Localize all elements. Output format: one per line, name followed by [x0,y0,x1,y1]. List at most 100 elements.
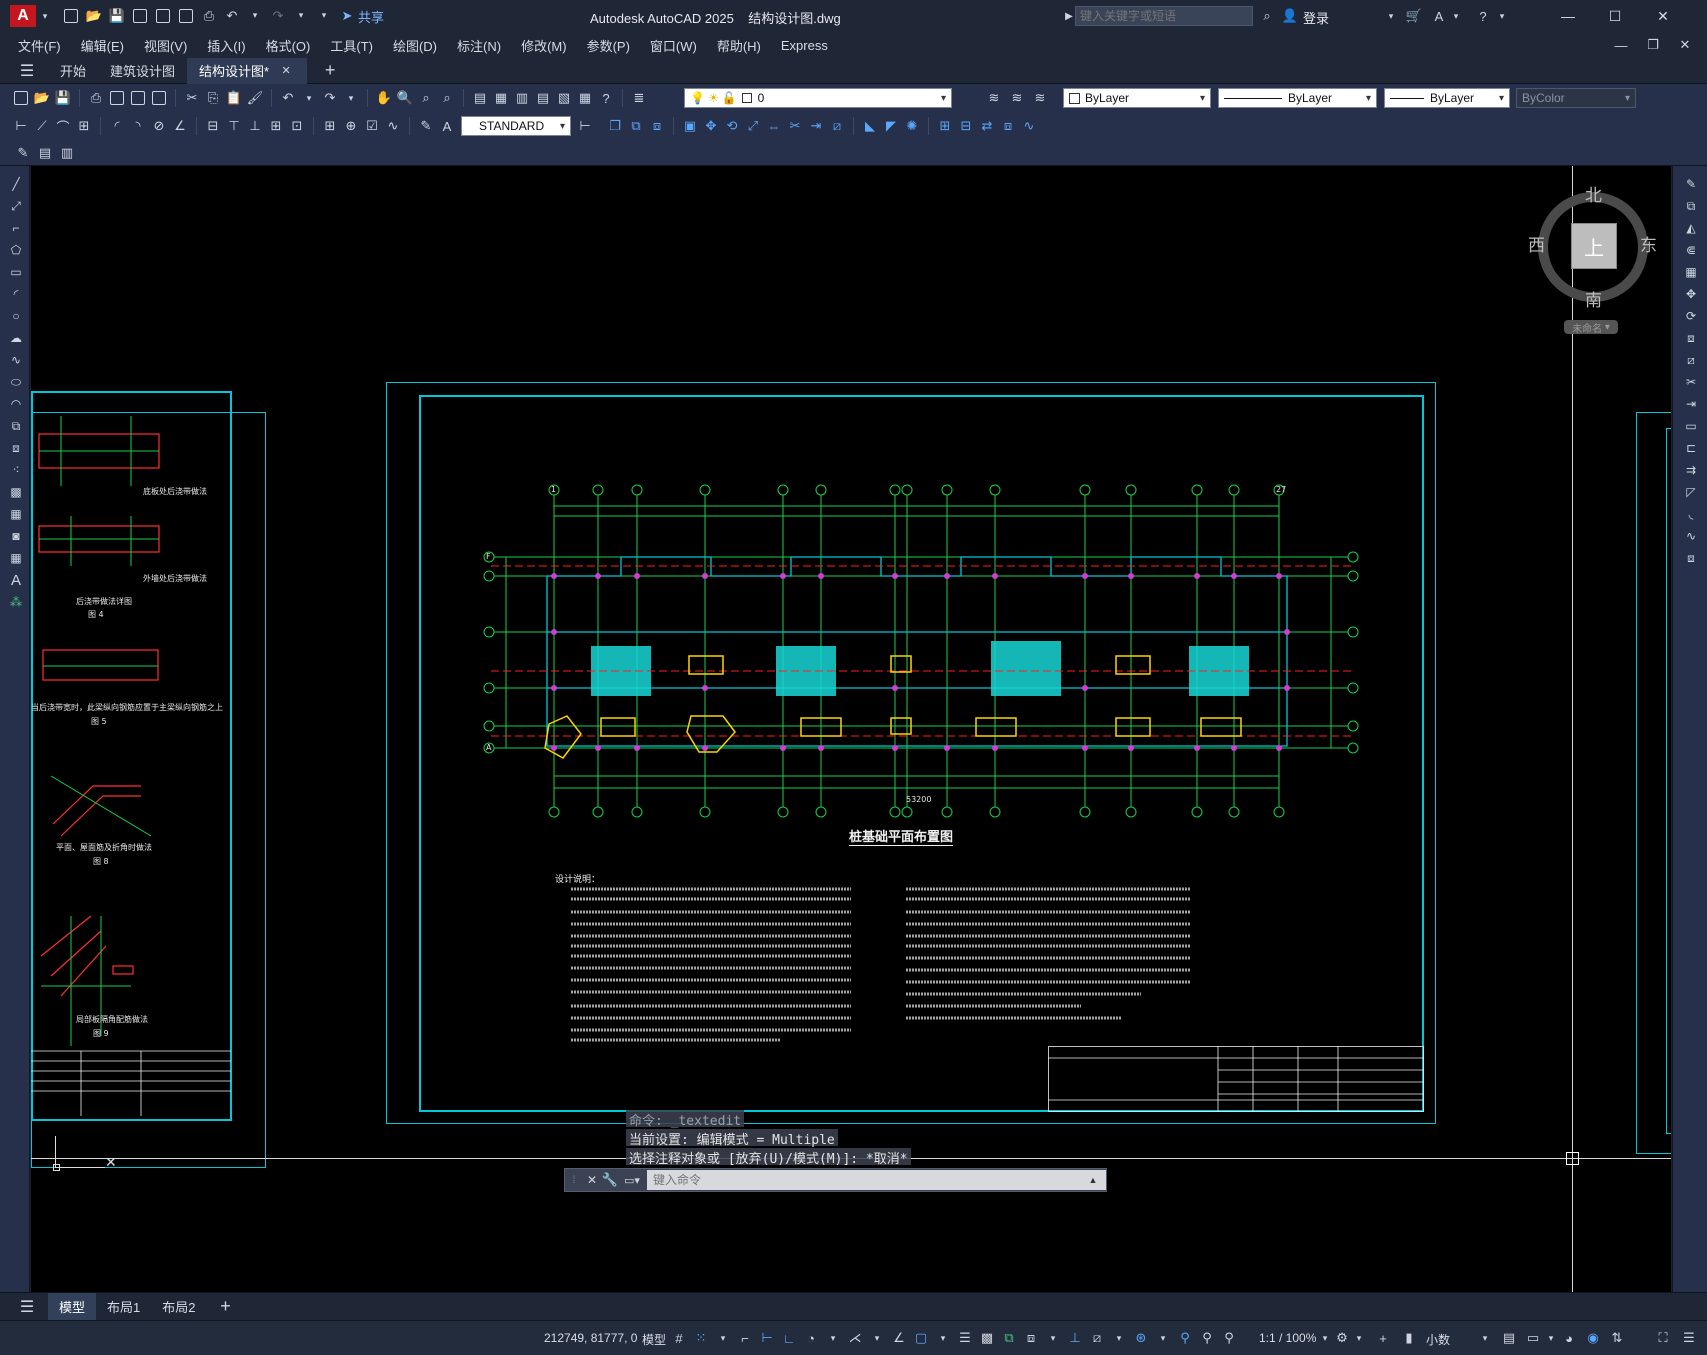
ellipse-tool-icon[interactable]: ⬭ [7,374,25,390]
menu-edit[interactable]: 编辑(E) [71,36,134,55]
units-dropdown-icon[interactable]: ▾ [1476,1329,1494,1347]
app-logo[interactable]: A [10,5,36,27]
copy-tool-icon[interactable]: ⧉ [1682,198,1700,214]
selection-filter-dropdown-icon[interactable]: ▾ [1110,1329,1128,1347]
tab-model[interactable]: 模型 [48,1292,97,1321]
search-icon[interactable]: ⌕ [1258,7,1276,25]
ortho-icon[interactable]: ∟ [780,1329,798,1347]
app-menu-chevron-icon[interactable]: ▾ [36,7,54,25]
qnew-icon[interactable] [12,89,30,107]
help-icon[interactable]: ? [1474,7,1492,25]
save-icon[interactable]: 💾 [108,7,126,25]
minimize-button[interactable]: — [1545,0,1591,32]
modify-blend-icon[interactable]: ⊟ [957,117,975,135]
menu-help[interactable]: 帮助(H) [707,36,771,55]
fullscreen-icon[interactable]: ⛶ [1654,1329,1672,1347]
command-prompt-icon[interactable]: ▭▾ [623,1171,641,1189]
tab-start[interactable]: 开始 [48,58,98,84]
menu-modify[interactable]: 修改(M) [511,36,577,55]
hamburger-menu-icon[interactable]: ☰ [18,62,36,80]
gizmo-dropdown-icon[interactable]: ▾ [1154,1329,1172,1347]
login-label[interactable]: 登录 [1303,8,1329,27]
modify-offset-icon[interactable]: ⧈ [648,117,666,135]
tab-layout2[interactable]: 布局2 [151,1293,206,1321]
gradient-tool-icon[interactable]: ▦ [7,506,25,522]
lineweight-icon[interactable]: ☰ [956,1329,974,1347]
revcloud-tool-icon[interactable]: ☁ [7,330,25,346]
color-dropdown[interactable]: ByLayer ▾ [1063,88,1211,108]
model-space-button[interactable]: 模型 [638,1331,670,1348]
dim-continue-icon[interactable]: ⊥ [246,117,264,135]
menu-parametric[interactable]: 参数(P) [577,36,640,55]
plot-toolbar-icon[interactable]: ⎙ [87,89,105,107]
new-tab-icon[interactable]: + [321,60,339,80]
transparency-icon[interactable]: ▩ [978,1329,996,1347]
tab-close-icon[interactable]: ✕ [277,62,295,80]
dim-linear-icon[interactable]: ⊢ [12,117,30,135]
command-history-toggle-icon[interactable]: ▲ [1084,1171,1102,1189]
viewcube[interactable]: 上 北 南 东 西 未命名 ▾ [1528,176,1668,336]
close-button[interactable]: ✕ [1640,0,1686,32]
redo-icon[interactable]: ↷ [269,7,287,25]
modify-chamfer-icon[interactable]: ◤ [882,117,900,135]
dim-edit-icon[interactable]: ✎ [417,117,435,135]
rotate-tool-icon[interactable]: ⟳ [1682,308,1700,324]
modify-pedit-icon[interactable]: ⧈ [999,117,1017,135]
undo-dropdown-icon[interactable]: ▾ [246,7,264,25]
dim-angular-icon[interactable]: ∠ [171,117,189,135]
undo-icon[interactable]: ↶ [223,7,241,25]
layout-menu-icon[interactable]: ☰ [18,1298,36,1316]
tab-layout1[interactable]: 布局1 [96,1293,151,1321]
mirror-tool-icon[interactable]: ◭ [1682,220,1700,236]
login-dropdown-icon[interactable]: ▾ [1382,7,1400,25]
autodesk-app-icon[interactable]: A [1430,7,1448,25]
save-as-icon[interactable] [131,7,149,25]
chamfer-tool-icon[interactable]: ◸ [1682,484,1700,500]
open-icon[interactable]: 📂 [33,89,51,107]
mtext-tool-icon[interactable]: A [7,572,25,589]
tab-architecture-drawing[interactable]: 建筑设计图 [98,58,187,84]
textstyle-dropdown[interactable]: STANDARD ▾ [461,116,571,136]
sheet-set-icon[interactable]: ▤ [534,89,552,107]
tool-palettes-icon[interactable]: ▥ [513,89,531,107]
object-snap-tracking-icon[interactable]: ∠ [890,1329,908,1347]
maximize-button[interactable]: ☐ [1592,0,1638,32]
dim-radius-icon[interactable]: ◜ [108,117,126,135]
dim-baseline-icon[interactable]: ⊤ [225,117,243,135]
menu-draw[interactable]: 绘图(D) [383,36,447,55]
snap-dropdown-icon[interactable]: ▾ [714,1329,732,1347]
save-web-icon[interactable] [177,7,195,25]
isodraft-dropdown-icon[interactable]: ▾ [868,1329,886,1347]
menu-insert[interactable]: 插入(I) [197,36,255,55]
selection-filter-icon[interactable]: ⧄ [1088,1329,1106,1347]
join-tool-icon[interactable]: ⇉ [1682,462,1700,478]
plot-icon[interactable]: ⎙ [200,7,218,25]
construction-line-icon[interactable]: ⤢ [7,198,25,214]
circle-tool-icon[interactable]: ○ [7,308,25,324]
arc-tool-icon[interactable]: ◜ [7,286,25,302]
menu-format[interactable]: 格式(O) [256,36,321,55]
modify-copy-icon[interactable]: ❐ [606,117,624,135]
units-value[interactable]: 小数 [1422,1331,1454,1348]
compass-north[interactable]: 北 [1585,181,1602,206]
help-toolbar-icon[interactable]: ? [597,89,615,107]
help-dropdown-icon[interactable]: ▾ [1493,7,1511,25]
modify-stretch-icon[interactable]: ⇔ [765,117,783,135]
menu-tools[interactable]: 工具(T) [320,36,383,55]
redo-toolbar-dropdown-icon[interactable]: ▾ [342,89,360,107]
plot-preview-icon[interactable] [108,89,126,107]
dim-style-icon[interactable]: ⊢ [576,117,594,135]
command-customize-icon[interactable]: 🔧 [601,1171,619,1189]
design-center-icon[interactable]: ▦ [492,89,510,107]
modify-rotate-icon[interactable]: ⟲ [723,117,741,135]
break-point-tool-icon[interactable]: ▭ [1682,418,1700,434]
dim-text-edit-icon[interactable]: A [438,117,456,135]
plotstyle-dropdown[interactable]: ByColor ▾ [1516,88,1636,108]
zoom-realtime-icon[interactable]: 🔍 [396,89,414,107]
layer-properties-icon[interactable]: ≣ [630,89,648,107]
search-input[interactable] [1075,6,1253,26]
grid-icon[interactable]: # [670,1329,688,1347]
offset-tool-icon[interactable]: ⋐ [1682,242,1700,258]
snap-icon[interactable]: ⁙ [692,1329,710,1347]
menu-dimension[interactable]: 标注(N) [447,36,511,55]
